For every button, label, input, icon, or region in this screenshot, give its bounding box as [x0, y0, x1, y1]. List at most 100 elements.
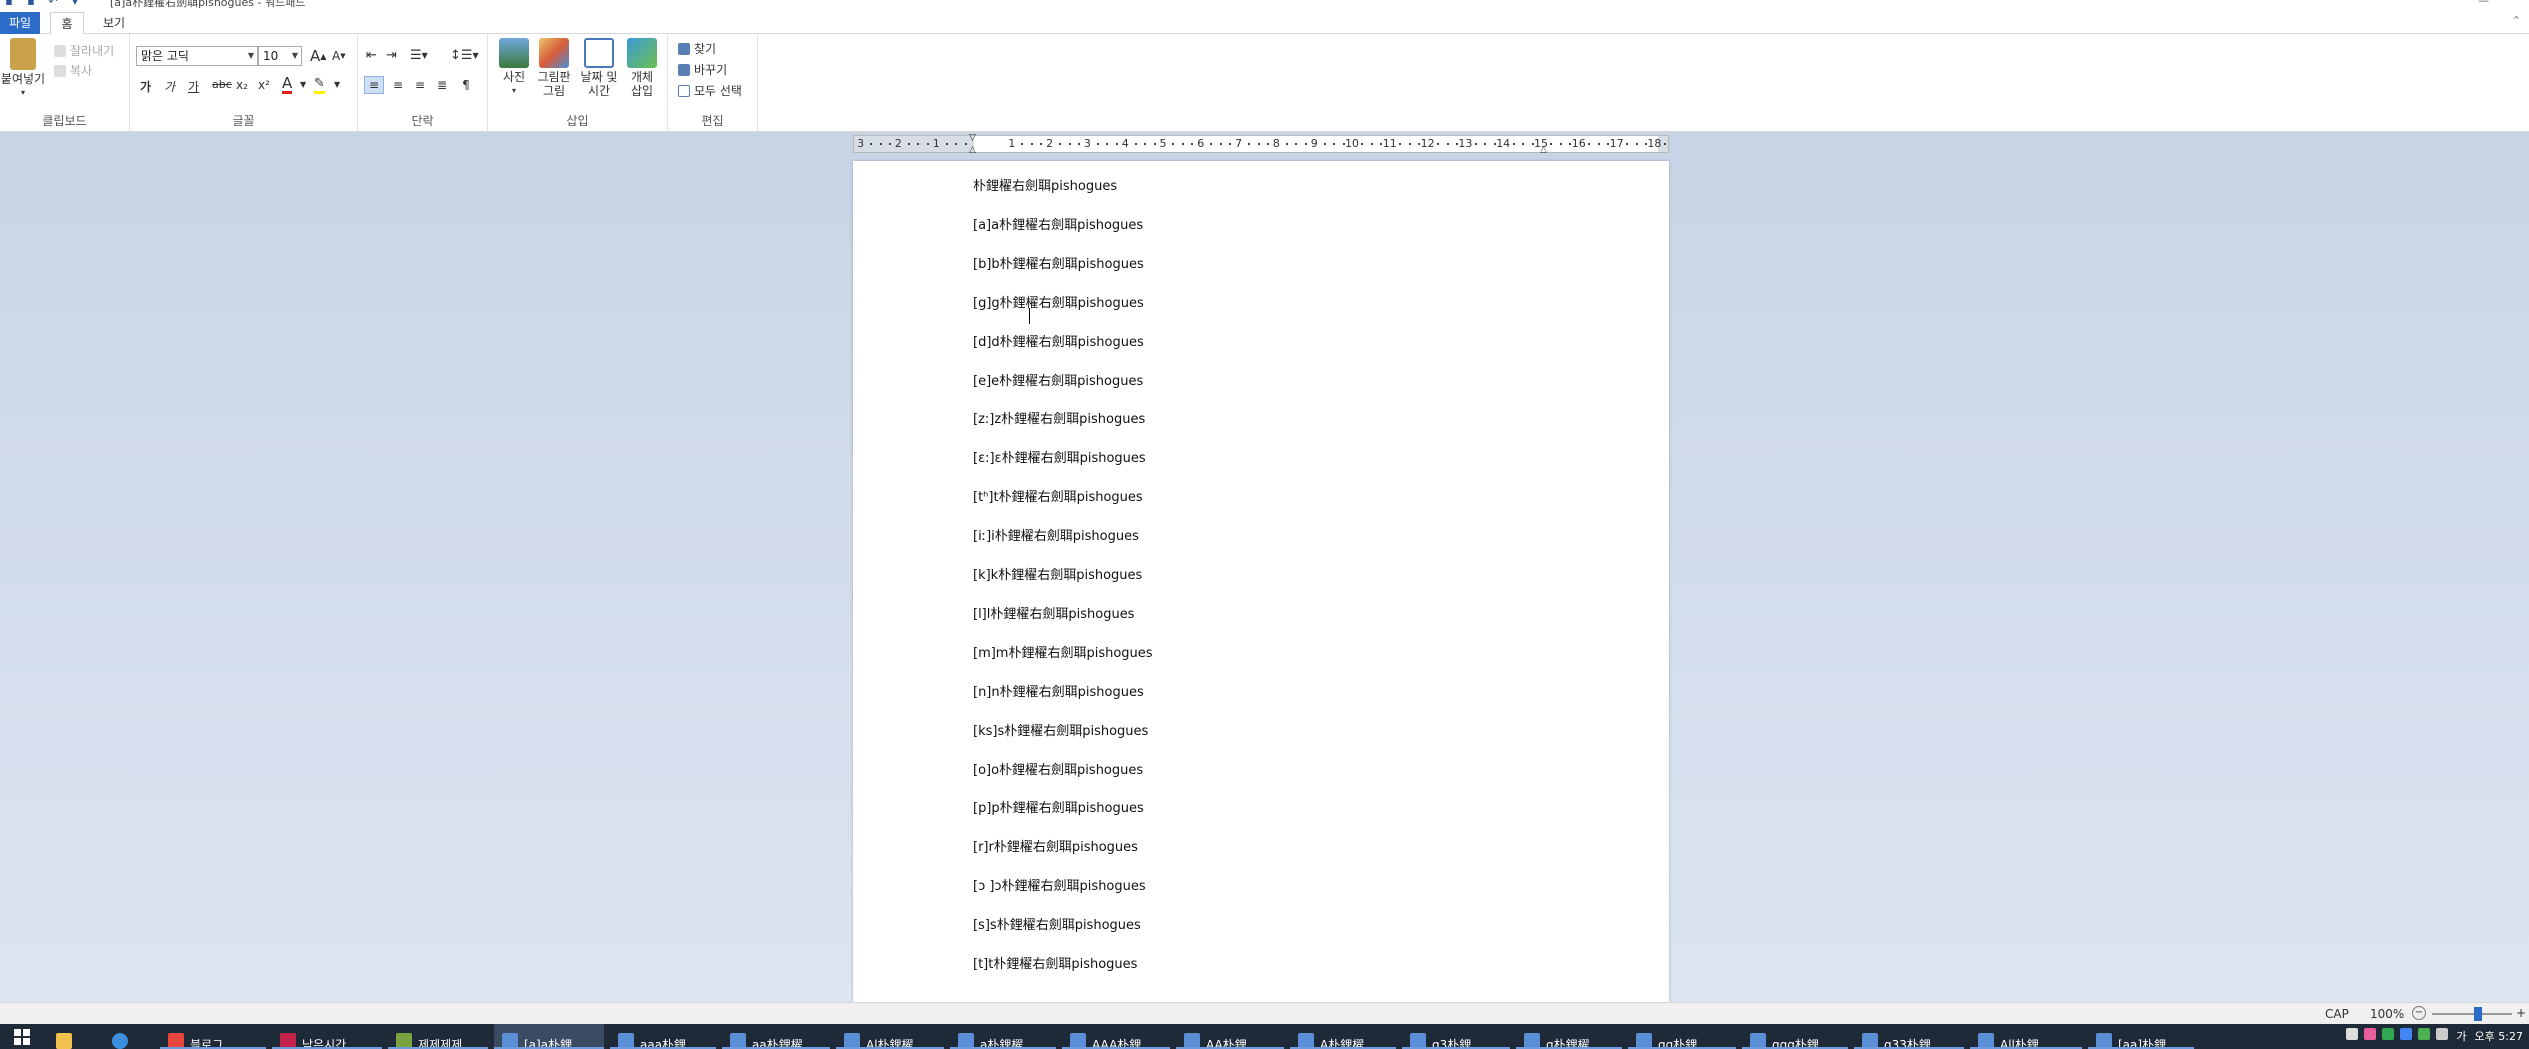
bullets-button[interactable]: ☰ ▼ [410, 48, 428, 63]
taskbar-window-button[interactable]: g3朴鋰 [1402, 1024, 1510, 1049]
tab-view[interactable]: 보기 [92, 12, 136, 34]
taskbar-window-button[interactable]: AAA朴鋰 [1062, 1024, 1170, 1049]
document-line[interactable]: [iː]i朴鋰櫂右劍聑pishogues [973, 525, 1139, 544]
document-line[interactable]: [ks]s朴鋰櫂右劍聑pishogues [973, 720, 1148, 739]
italic-button[interactable]: 가 [164, 78, 175, 95]
taskbar-window-button[interactable]: aa朴鋰櫂 [722, 1024, 830, 1049]
document-line[interactable]: [d]d朴鋰櫂右劍聑pishogues [973, 331, 1144, 350]
document-line[interactable]: [l]l朴鋰櫂右劍聑pishogues [973, 603, 1134, 622]
document-line[interactable]: [s]s朴鋰櫂右劍聑pishogues [973, 914, 1141, 933]
underline-button[interactable]: 가 [188, 78, 199, 95]
taskbar-window-button[interactable]: 블로그 [160, 1024, 266, 1049]
decrease-indent-button[interactable]: ⇤ [366, 48, 377, 63]
grow-font-button[interactable]: A ▲ [310, 47, 326, 65]
tray-icon[interactable] [2418, 1028, 2431, 1040]
file-explorer-button[interactable] [52, 1024, 82, 1049]
document-line[interactable]: [e]e朴鋰櫂右劍聑pishogues [973, 370, 1143, 389]
tab-file[interactable]: 파일 [0, 12, 40, 34]
taskbar-window-button[interactable]: g33朴鋰 [1854, 1024, 1964, 1049]
taskbar-window-button[interactable]: Al朴鋰櫂 [836, 1024, 944, 1049]
taskbar-window-button[interactable]: All朴鋰 [1970, 1024, 2082, 1049]
font-size-select[interactable]: 10 ▼ [258, 46, 302, 66]
datetime-button[interactable]: 날짜 및 시간 [576, 38, 622, 98]
taskbar-window-button[interactable]: AA朴鋰 [1176, 1024, 1284, 1049]
bold-button[interactable]: 가 [140, 78, 151, 95]
shrink-font-button[interactable]: A ▼ [332, 49, 346, 63]
cut-button[interactable]: 잘라내기 [54, 42, 114, 59]
clock[interactable]: 오후 5:27 [2475, 1028, 2523, 1044]
line-spacing-button[interactable]: ↕☰ ▼ [450, 48, 479, 63]
taskbar-window-button[interactable]: a朴鋰櫂 [950, 1024, 1056, 1049]
document-line[interactable]: [tʰ]t朴鋰櫂右劍聑pishogues [973, 486, 1143, 505]
taskbar-window-button[interactable]: A朴鋰櫂 [1290, 1024, 1396, 1049]
document-line[interactable]: [b]b朴鋰櫂右劍聑pishogues [973, 253, 1144, 272]
taskbar-window-button[interactable]: ggg朴鋰 [1742, 1024, 1848, 1049]
paste-dropdown-icon[interactable]: ▾ [0, 86, 46, 100]
document-line[interactable]: [o]o朴鋰櫂右劍聑pishogues [973, 759, 1143, 778]
strikethrough-button[interactable]: abc [212, 78, 232, 91]
subscript-button[interactable]: x₂ [236, 78, 248, 92]
internet-explorer-button[interactable] [108, 1024, 138, 1049]
paste-button[interactable]: 붙여넣기 ▾ [0, 38, 46, 100]
replace-button[interactable]: 바꾸기 [678, 61, 727, 78]
taskbar-window-button[interactable]: aaa朴鋰 [610, 1024, 716, 1049]
customize-dropdown-icon[interactable]: ▾ [68, 0, 82, 8]
collapse-ribbon-icon[interactable]: ⌃ [2512, 14, 2521, 27]
taskbar-window-button[interactable]: [aa]朴鋰 [2088, 1024, 2194, 1049]
tray-icon[interactable] [2364, 1028, 2377, 1040]
start-button[interactable] [0, 1024, 44, 1049]
increase-indent-button[interactable]: ⇥ [386, 48, 397, 63]
tray-icon[interactable] [2382, 1028, 2395, 1040]
tab-home[interactable]: 홈 [50, 12, 84, 35]
document-line[interactable]: [p]p朴鋰櫂右劍聑pishogues [973, 797, 1144, 816]
speaker-icon[interactable] [2436, 1028, 2449, 1040]
zoom-in-button[interactable]: + [2516, 1006, 2526, 1020]
document-line[interactable]: [k]k朴鋰櫂右劍聑pishogues [973, 564, 1142, 583]
picture-button[interactable]: 사진 ▾ [496, 38, 532, 98]
taskbar-window-button[interactable]: 남은시간 [272, 1024, 382, 1049]
insert-object-button[interactable]: 개체 삽입 [622, 38, 662, 98]
document-line[interactable]: [g]g朴鋰櫂右劍聑pishogues [973, 292, 1144, 311]
first-line-indent-marker[interactable]: ▽ [969, 134, 979, 143]
window-controls[interactable]: — [2478, 0, 2489, 7]
document-line[interactable]: 朴鋰櫂右劍聑pishogues [973, 175, 1117, 194]
zoom-out-button[interactable]: − [2412, 1006, 2426, 1020]
highlight-button[interactable]: ✎ [314, 76, 325, 94]
align-center-button[interactable]: ≡ [388, 76, 408, 94]
tray-icon[interactable] [2400, 1028, 2413, 1040]
zoom-slider-track[interactable] [2432, 1013, 2512, 1015]
font-color-dropdown-icon[interactable]: ▼ [300, 80, 306, 89]
ruler[interactable]: ▽ △ △ 3 2 1 1 2 3 4 5 6 7 8 9 10 11 12 13 14 15 16 17 18 [853, 134, 1669, 155]
ime-indicator[interactable]: 가 [2456, 1028, 2466, 1044]
align-right-button[interactable]: ≡ [410, 76, 430, 94]
taskbar-window-button[interactable]: gg朴鋰 [1628, 1024, 1736, 1049]
highlight-dropdown-icon[interactable]: ▼ [334, 80, 340, 89]
copy-button[interactable]: 복사 [54, 62, 92, 79]
undo-icon[interactable]: ↶ [46, 0, 60, 8]
document-workspace[interactable]: 朴鋰櫂右劍聑pishogues [a]a朴鋰櫂右劍聑pishogues [b]b朴鋰… [0, 153, 2529, 1002]
font-family-select[interactable]: 맑은 고딕 ▼ [136, 46, 258, 66]
document-line[interactable]: [m]m朴鋰櫂右劍聑pishogues [973, 642, 1153, 661]
taskbar-window-button[interactable]: [a]a朴鋰 [494, 1024, 604, 1049]
document-line[interactable]: [r]r朴鋰櫂右劍聑pishogues [973, 836, 1138, 855]
document-line[interactable]: [ɔ ]ɔ朴鋰櫂右劍聑pishogues [973, 875, 1146, 894]
document-line[interactable]: [a]a朴鋰櫂右劍聑pishogues [973, 214, 1143, 233]
tray-icon[interactable] [2346, 1028, 2359, 1040]
find-button[interactable]: 찾기 [678, 40, 716, 57]
document-page[interactable]: 朴鋰櫂右劍聑pishogues [a]a朴鋰櫂右劍聑pishogues [b]b朴鋰… [853, 161, 1669, 1002]
justify-button[interactable]: ≣ [432, 76, 452, 94]
document-line[interactable]: [n]n朴鋰櫂右劍聑pishogues [973, 681, 1144, 700]
superscript-button[interactable]: x² [258, 78, 270, 92]
select-all-button[interactable]: 모두 선택 [678, 82, 742, 99]
zoom-slider-thumb[interactable] [2474, 1007, 2482, 1021]
taskbar-window-button[interactable]: g朴鋰櫂 [1516, 1024, 1622, 1049]
taskbar-window-button[interactable]: 제제제제 [388, 1024, 488, 1049]
document-line[interactable]: [t]t朴鋰櫂右劍聑pishogues [973, 953, 1137, 972]
paint-drawing-button[interactable]: 그림판 그림 [532, 38, 576, 98]
paragraph-settings-button[interactable]: ¶ [456, 76, 476, 94]
font-color-button[interactable]: A [282, 76, 293, 94]
document-line[interactable]: [z:]z朴鋰櫂右劍聑pishogues [973, 408, 1145, 427]
save-icon[interactable]: ▪ [24, 0, 38, 8]
document-line[interactable]: [ɛ:]ɛ朴鋰櫂右劍聑pishogues [973, 447, 1146, 466]
align-left-button[interactable]: ≡ [364, 76, 384, 94]
